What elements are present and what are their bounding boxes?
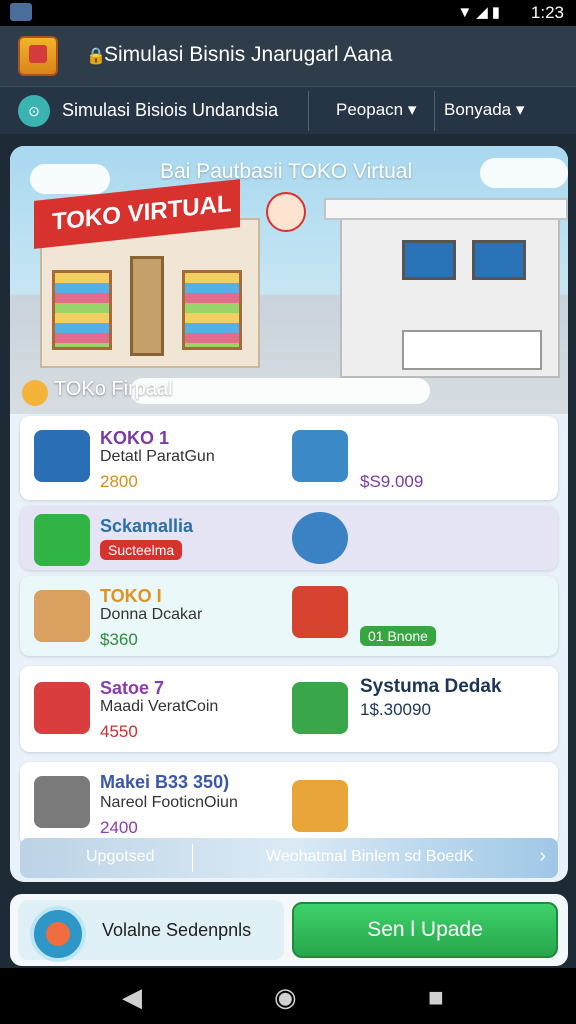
cloud-decoration [30, 164, 110, 194]
item-name: Sckamallia [100, 516, 194, 536]
store-card: Bai Pautbasii TOKO Virtual TOKO VIRTUAL … [10, 146, 568, 882]
item-desc: Detatl ParatGun [100, 448, 215, 465]
saved-label: Volalne Sedenpnls [102, 920, 252, 940]
upgrade-tabs-bar: Upgotsed Weohatmal Binlem sd BoedK › [20, 838, 558, 878]
product-shelf [52, 270, 112, 350]
tab-details[interactable]: Weohatmal Binlem sd BoedK [266, 848, 474, 866]
item-status-tag: 01 Bnone [360, 626, 436, 646]
upgrade-button[interactable]: Sen l Upade [292, 902, 558, 958]
item-price: 2400 [100, 818, 138, 837]
store-door [130, 256, 164, 356]
item-name: TOKO I [100, 586, 162, 606]
shopping-cart-icon [292, 586, 348, 638]
tab-upgrades[interactable]: Upgotsed [86, 848, 155, 866]
item-price: 4550 [100, 722, 138, 741]
language-dropdown[interactable]: Bonyada ▾ [444, 100, 524, 120]
system-status-icons: ▼◢▮ [457, 4, 504, 21]
app-bar: 🔒 Simulasi Bisnis Jnarugarl Aana [0, 26, 576, 86]
tab-separator [192, 844, 193, 872]
app-logo-icon [18, 36, 58, 76]
store-row-3[interactable]: TOKO I Donna Dcakar $360 01 Bnone [20, 576, 558, 656]
basket-icon [34, 682, 90, 734]
section-label: TOKo Firpaal [54, 378, 173, 400]
cloud-decoration [480, 158, 568, 188]
footer-actions: Volalne Sedenpnls Sen l Upade [10, 894, 568, 966]
item-name: Satoe 7 [100, 678, 165, 698]
cloud-decoration [130, 378, 430, 404]
status-bar: ▼◢▮ 1:23 [0, 0, 576, 26]
item-name: KOKO 1 [100, 428, 170, 448]
item-tag: Sucteelma [100, 540, 183, 560]
modern-store-illustration [324, 198, 568, 378]
mascot-icon [266, 192, 306, 232]
store-row-4[interactable]: Satoe 7 Maadi VeratCoin 4550 Systuma Ded… [20, 666, 558, 752]
notification-icon [10, 3, 32, 21]
lock-icon: 🔒 [86, 48, 106, 65]
box-icon [292, 780, 348, 832]
system-name: Systuma Dedak [360, 676, 502, 697]
box-icon [34, 430, 90, 482]
home-icon[interactable]: ◉ [274, 982, 297, 1013]
recent-apps-icon[interactable]: ■ [428, 982, 444, 1013]
status-time: 1:23 [530, 3, 564, 22]
hero-title: Bai Pautbasii TOKO Virtual [160, 160, 413, 183]
item-name: Makei B33 350) [100, 772, 230, 792]
chevron-right-icon[interactable]: › [539, 845, 546, 868]
store-counter [402, 330, 542, 370]
compass-icon [30, 906, 86, 962]
display-screen [472, 240, 526, 280]
sub-toolbar-title: Simulasi Bisiois Undandsia [62, 100, 279, 120]
item-desc: Maadi VeratCoin [100, 698, 219, 715]
item-price: $360 [100, 630, 138, 649]
toolbar-divider [308, 91, 309, 131]
item-price: 2800 [100, 472, 138, 491]
toolbar-divider [434, 91, 435, 131]
store-row-1[interactable]: KOKO 1 Detatl ParatGun 2800 $S9.009 [20, 416, 558, 500]
store-row-2[interactable]: Sckamallia Sucteelma [20, 506, 558, 570]
item-desc: Nareol FooticnOiun [100, 794, 238, 811]
system-nav-bar: ◀ ◉ ■ [0, 968, 576, 1024]
back-icon[interactable]: ◀ [122, 982, 142, 1013]
app-title: Simulasi Bisnis Jnarugarl Aana [104, 43, 393, 66]
virtual-store-illustration: TOKO VIRTUAL [34, 179, 260, 368]
trolley-icon [34, 514, 90, 566]
sub-toolbar: ⊙ Simulasi Bisiois Undandsia Peopacn ▾ B… [0, 86, 576, 134]
item-desc: Donna Dcakar [100, 606, 203, 623]
display-screen [402, 240, 456, 280]
green-cart-icon [292, 682, 348, 734]
item-total-price: $S9.009 [360, 472, 424, 491]
system-price: 1$.30090 [360, 700, 431, 719]
store-hero-illustration: Bai Pautbasii TOKO Virtual TOKO VIRTUAL … [10, 146, 568, 414]
product-shelf [182, 270, 242, 350]
package-icon [34, 590, 90, 642]
saved-panel[interactable]: Volalne Sedenpnls [18, 900, 284, 962]
crate-icon [292, 430, 348, 482]
location-pin-icon [292, 512, 348, 564]
category-dropdown[interactable]: Peopacn ▾ [336, 100, 416, 120]
home-button[interactable]: ⊙ [18, 95, 50, 127]
store-roof [324, 198, 568, 220]
store-row-5[interactable]: Makei B33 350) Nareol FooticnOiun 2400 [20, 762, 558, 846]
safe-icon [34, 776, 90, 828]
